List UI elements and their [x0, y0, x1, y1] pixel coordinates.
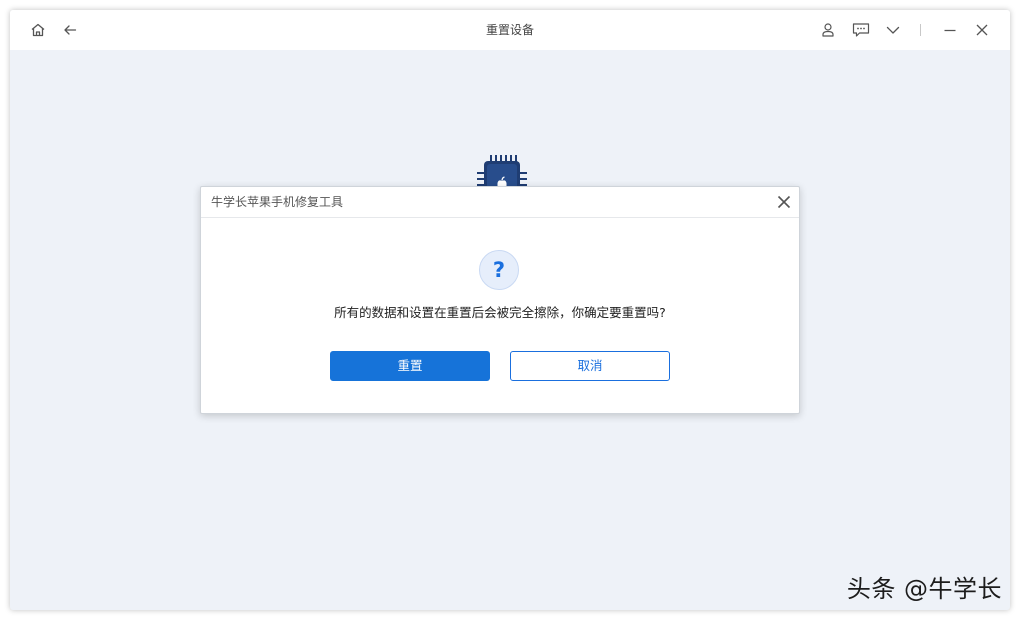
- minimize-icon[interactable]: [940, 20, 960, 40]
- titlebar: 重置设备: [10, 10, 1010, 50]
- titlebar-separator: [920, 24, 921, 36]
- dialog-close-icon[interactable]: [775, 193, 793, 211]
- reset-button[interactable]: 重置: [330, 351, 490, 381]
- dialog-message: 所有的数据和设置在重置后会被完全擦除，你确定要重置吗?: [334, 305, 666, 320]
- confirm-dialog: 牛学长苹果手机修复工具 ? 所有的数据和设置在重置后会被完全擦除，你确定要重置吗…: [200, 186, 800, 414]
- dialog-header: 牛学长苹果手机修复工具: [201, 187, 799, 218]
- feedback-icon[interactable]: [851, 20, 871, 40]
- watermark: 头条 @牛学长: [846, 575, 1002, 603]
- close-icon[interactable]: [972, 20, 992, 40]
- chevron-down-icon[interactable]: [883, 20, 903, 40]
- dialog-title: 牛学长苹果手机修复工具: [211, 195, 344, 209]
- question-icon: ?: [479, 250, 519, 290]
- cancel-button[interactable]: 取消: [510, 351, 670, 381]
- user-icon[interactable]: [818, 20, 838, 40]
- question-mark: ?: [492, 258, 506, 282]
